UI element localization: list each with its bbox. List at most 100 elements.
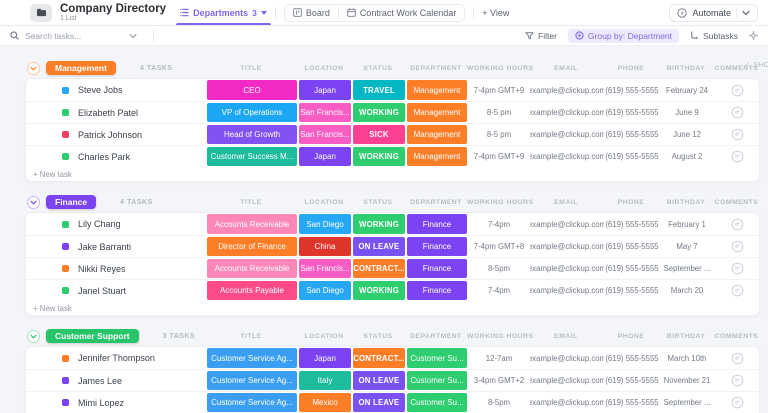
title-chip[interactable]: VP of Operations	[207, 103, 297, 122]
table-row[interactable]: Nikki Reyes Accounts Receivable San Franci…	[26, 257, 759, 279]
title-chip[interactable]: Customer Service Ag...	[207, 393, 297, 412]
comment-icon[interactable]	[731, 106, 744, 119]
title-chip[interactable]: Customer Service Ag...	[207, 371, 297, 390]
task-name-cell[interactable]: Steve Jobs	[26, 79, 206, 101]
collapse-group-button[interactable]	[27, 329, 40, 343]
task-status-square[interactable]	[62, 153, 69, 160]
comment-icon[interactable]	[731, 240, 744, 253]
comment-icon[interactable]	[731, 284, 744, 297]
title-chip[interactable]: Accounts Receivable	[207, 259, 297, 278]
status-chip[interactable]: WORKING	[353, 281, 405, 300]
task-name-cell[interactable]: Jake Barranti	[26, 236, 206, 257]
task-status-square[interactable]	[62, 354, 69, 362]
collapse-group-button[interactable]	[27, 195, 40, 209]
comment-icon[interactable]	[731, 150, 744, 163]
table-row[interactable]: Elizabeth Patel VP of Operations San Franc…	[26, 101, 759, 123]
title-chip[interactable]: Customer Success M...	[207, 147, 297, 166]
comment-icon[interactable]	[731, 128, 744, 141]
location-chip[interactable]: Mexico	[299, 393, 351, 412]
department-chip[interactable]: Finance	[407, 214, 467, 234]
table-row[interactable]: Lily Chang Accounts Receivable San Diego WO…	[26, 213, 759, 235]
chevron-down-icon[interactable]	[129, 33, 137, 39]
department-chip[interactable]: Finance	[407, 237, 467, 256]
tab-board[interactable]: Board	[292, 8, 330, 18]
search-input[interactable]: Search tasks...	[10, 29, 155, 42]
department-chip[interactable]: Finance	[407, 259, 467, 278]
status-chip[interactable]: WORKING	[353, 214, 405, 234]
group-name-badge[interactable]: Customer Support	[46, 329, 139, 343]
task-status-square[interactable]	[62, 377, 69, 384]
task-name-cell[interactable]: Janel Stuart	[26, 280, 206, 301]
department-chip[interactable]: Management	[407, 103, 467, 122]
table-row[interactable]: Mimi Lopez Customer Service Ag... Mexico ON…	[26, 391, 759, 413]
table-row[interactable]: Jake Barranti Director of Finance China ON …	[26, 235, 759, 257]
chevron-down-icon[interactable]	[742, 10, 750, 16]
show-closed-toggle[interactable]: ✓ SHOW	[744, 60, 768, 69]
location-chip[interactable]: San Diego	[299, 281, 351, 300]
group-name-badge[interactable]: Management	[46, 61, 116, 75]
comment-icon[interactable]	[731, 262, 744, 275]
task-status-square[interactable]	[62, 287, 69, 294]
status-chip[interactable]: ON LEAVE	[353, 237, 405, 256]
status-chip[interactable]: ON LEAVE	[353, 393, 405, 412]
status-chip[interactable]: CONTRACT...	[353, 259, 405, 278]
comment-icon[interactable]	[731, 218, 744, 231]
table-row[interactable]: Patrick Johnson Head of Growth San Francis…	[26, 123, 759, 145]
status-chip[interactable]: CONTRACT...	[353, 348, 405, 368]
title-chip[interactable]: CEO	[207, 80, 297, 100]
comment-icon[interactable]	[731, 352, 744, 365]
task-status-square[interactable]	[62, 109, 69, 116]
group-by-button[interactable]: Group by: Department	[567, 28, 680, 43]
task-name-cell[interactable]: Elizabeth Patel	[26, 102, 206, 123]
comment-icon[interactable]	[731, 374, 744, 387]
department-chip[interactable]: Customer Su...	[407, 348, 467, 368]
location-chip[interactable]: San Francis...	[299, 259, 351, 278]
task-status-square[interactable]	[62, 399, 69, 406]
title-chip[interactable]: Head of Growth	[207, 125, 297, 144]
task-name-cell[interactable]: Mimi Lopez	[26, 392, 206, 413]
automate-button[interactable]: Automate	[669, 3, 758, 22]
settings-gear-icon[interactable]	[749, 31, 758, 40]
new-task-button[interactable]: + New task	[26, 301, 759, 315]
tab-departments[interactable]: Departments 3	[176, 0, 271, 25]
table-row[interactable]: Steve Jobs CEO Japan TRAVEL Management 7-4pm …	[26, 79, 759, 101]
location-chip[interactable]: Italy	[299, 371, 351, 390]
comment-icon[interactable]	[731, 84, 744, 97]
task-status-square[interactable]	[62, 220, 69, 228]
collapse-group-button[interactable]	[27, 61, 40, 75]
group-name-badge[interactable]: Finance	[46, 195, 97, 209]
table-row[interactable]: Jennifer Thompson Customer Service Ag... J…	[26, 347, 759, 369]
table-row[interactable]: Charles Park Customer Success M... Japan WO…	[26, 145, 759, 167]
task-name-cell[interactable]: Lily Chang	[26, 213, 206, 235]
status-chip[interactable]: WORKING	[353, 103, 405, 122]
department-chip[interactable]: Management	[407, 147, 467, 166]
new-task-button[interactable]: + New task	[26, 167, 759, 181]
table-row[interactable]: James Lee Customer Service Ag... Italy ON L…	[26, 369, 759, 391]
status-chip[interactable]: ON LEAVE	[353, 371, 405, 390]
task-status-square[interactable]	[62, 131, 69, 138]
department-chip[interactable]: Management	[407, 80, 467, 100]
task-name-cell[interactable]: Charles Park	[26, 146, 206, 167]
location-chip[interactable]: China	[299, 237, 351, 256]
add-view-button[interactable]: + View	[482, 0, 509, 25]
task-name-cell[interactable]: Jennifer Thompson	[26, 347, 206, 369]
title-chip[interactable]: Customer Service Ag...	[207, 348, 297, 368]
title-chip[interactable]: Accounts Receivable	[207, 214, 297, 234]
table-row[interactable]: Janel Stuart Accounts Payable San Diego WOR…	[26, 279, 759, 301]
status-chip[interactable]: TRAVEL	[353, 80, 405, 100]
tab-contract-work-calendar[interactable]: Contract Work Calendar	[347, 8, 456, 18]
location-chip[interactable]: San Francis...	[299, 103, 351, 122]
status-chip[interactable]: SICK	[353, 125, 405, 144]
location-chip[interactable]: Japan	[299, 348, 351, 368]
subtasks-button[interactable]: Subtasks	[690, 31, 738, 41]
task-status-square[interactable]	[62, 243, 69, 250]
department-chip[interactable]: Finance	[407, 281, 467, 300]
task-status-square[interactable]	[62, 265, 69, 272]
task-name-cell[interactable]: James Lee	[26, 370, 206, 391]
comment-icon[interactable]	[731, 396, 744, 409]
task-name-cell[interactable]: Nikki Reyes	[26, 258, 206, 279]
location-chip[interactable]: San Francis...	[299, 125, 351, 144]
department-chip[interactable]: Management	[407, 125, 467, 144]
department-chip[interactable]: Customer Su...	[407, 371, 467, 390]
title-chip[interactable]: Accounts Payable	[207, 281, 297, 300]
